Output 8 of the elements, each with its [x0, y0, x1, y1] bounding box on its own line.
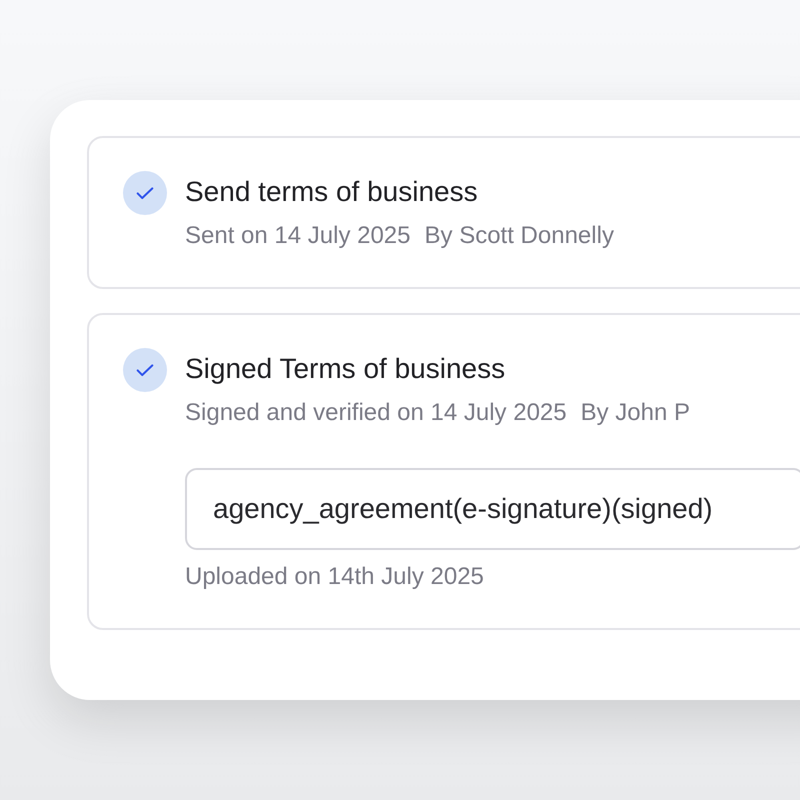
step-title: Send terms of business [185, 175, 479, 209]
step-title: Signed Terms of business [185, 352, 506, 386]
step-detail: Signed and verified on 14 July 2025 [185, 398, 567, 428]
step-detail: By Scott Donnelly [424, 221, 614, 251]
file-field[interactable]: agency_agreement(e-signature)(signed) [185, 468, 800, 550]
step-detail: By John P [580, 398, 690, 428]
upload-note: Uploaded on 14th July 2025 [185, 562, 485, 592]
step-detail: Sent on 14 July 2025 [185, 221, 411, 251]
